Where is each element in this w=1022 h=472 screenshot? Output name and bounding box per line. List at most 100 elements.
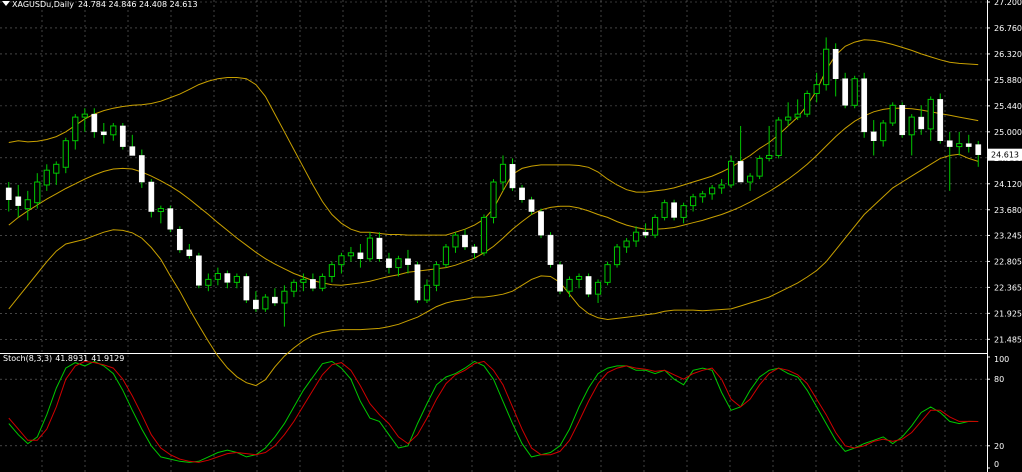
- candle: [148, 179, 155, 218]
- price-tick-label: 22.365: [994, 283, 1022, 292]
- candle: [528, 196, 535, 215]
- candle: [186, 243, 193, 259]
- candle-body-bear: [5, 187, 12, 200]
- candle-body-bull: [300, 278, 307, 283]
- price-tick-label: 21.925: [994, 309, 1022, 318]
- candle: [842, 72, 849, 109]
- price-tick-label: 24.120: [994, 180, 1022, 189]
- candle: [747, 173, 754, 191]
- grid: [0, 0, 988, 472]
- price-tag-label: 24.613: [991, 151, 1019, 160]
- candle: [689, 193, 697, 212]
- symbol-label: XAGUSDu,Daily: [12, 0, 74, 9]
- candle-body-bear: [519, 187, 525, 200]
- candle: [594, 279, 602, 304]
- price-tick-label: 27.200: [994, 0, 1022, 7]
- candle: [310, 273, 316, 292]
- candle-body-bear: [357, 252, 364, 259]
- candle-body-bull: [927, 98, 934, 130]
- candle-body-bull: [708, 187, 716, 195]
- candle-body-bull: [319, 275, 326, 289]
- candle: [24, 190, 31, 221]
- candle-body-bull: [347, 252, 355, 257]
- candle-body-bull: [338, 255, 345, 266]
- candle-body-bull: [956, 143, 963, 148]
- osc-tick-label: 20: [994, 442, 1004, 451]
- price-tick-label: 21.485: [994, 335, 1022, 344]
- candle: [965, 134, 972, 153]
- candle: [423, 279, 431, 304]
- candle: [262, 294, 269, 312]
- stochastic-lines: [8, 360, 979, 463]
- candle-body-bull: [233, 275, 240, 283]
- candle: [632, 226, 640, 247]
- candle-body-bull: [480, 216, 488, 254]
- oscillator-title: Stoch(8,3,3) 41.8931 41.9129: [3, 354, 127, 363]
- candle: [575, 273, 583, 289]
- candle: [975, 140, 982, 167]
- candle-body-bear: [462, 234, 468, 248]
- candle-body-bear: [148, 181, 155, 212]
- candle: [34, 173, 41, 209]
- triangle-icon: [2, 1, 10, 6]
- candle-body-bull: [623, 240, 630, 248]
- candle: [946, 131, 953, 191]
- candle-body-bull: [452, 234, 459, 248]
- price-tick-label: 25.440: [994, 102, 1022, 111]
- candle: [699, 190, 706, 203]
- candle-body-bull: [281, 290, 288, 304]
- candle-body-bull: [908, 116, 915, 136]
- candle: [452, 232, 459, 253]
- candle: [205, 273, 212, 292]
- candle-body-bull: [110, 125, 117, 136]
- candle-body-bear: [937, 99, 944, 141]
- price-tick-label: 25.000: [994, 128, 1022, 137]
- oscillator-axis: 100 80 20 0: [987, 355, 1009, 469]
- osc-tick-label: 0: [994, 460, 999, 469]
- candle: [680, 202, 687, 224]
- candle: [5, 182, 12, 212]
- candle: [861, 72, 868, 138]
- candle-body-bear: [253, 299, 259, 310]
- candle-body-bear: [310, 279, 316, 289]
- candle: [671, 199, 677, 221]
- candle-body-bull: [423, 284, 431, 301]
- current-price-tag: 24.613: [988, 148, 1022, 161]
- candle-body-bull: [613, 246, 621, 266]
- candle: [737, 125, 744, 183]
- oscillator-signal-value: 41.9129: [91, 354, 125, 363]
- candle-body-bull: [813, 84, 820, 94]
- candle: [319, 273, 326, 292]
- candle-body-bull: [72, 116, 79, 142]
- candle-body-bear: [946, 140, 953, 147]
- candle: [519, 184, 525, 203]
- candle: [880, 120, 887, 147]
- candle-body-bull: [766, 154, 773, 159]
- candle: [566, 276, 573, 298]
- candle-body-bull: [442, 246, 450, 266]
- price-tick-label: 23.680: [994, 206, 1022, 215]
- candle: [376, 232, 383, 262]
- oscillator-name: Stoch(8,3,3): [3, 354, 53, 363]
- price-axis: 27.20026.76026.32025.88025.44025.00024.5…: [987, 0, 1022, 344]
- candle: [651, 214, 659, 239]
- candle-body-bear: [119, 125, 126, 147]
- candle-body-bull: [680, 205, 687, 218]
- candle-body-bear: [138, 155, 145, 183]
- candle-body-bull: [794, 113, 801, 118]
- candle: [927, 96, 934, 141]
- candle-body-bull: [728, 160, 735, 186]
- candle-body-bull: [43, 169, 50, 186]
- candle: [62, 137, 69, 174]
- candle: [414, 261, 421, 304]
- candle-body-bull: [490, 181, 497, 218]
- candle: [480, 214, 488, 256]
- candle-body-bull: [775, 119, 782, 156]
- candle-body-bull: [157, 208, 164, 213]
- candle: [43, 164, 50, 191]
- candle-body-bull: [880, 122, 887, 142]
- candle: [538, 208, 544, 239]
- candle: [195, 252, 202, 289]
- price-tick-label: 26.760: [994, 24, 1022, 33]
- candle-body-bull: [823, 48, 830, 86]
